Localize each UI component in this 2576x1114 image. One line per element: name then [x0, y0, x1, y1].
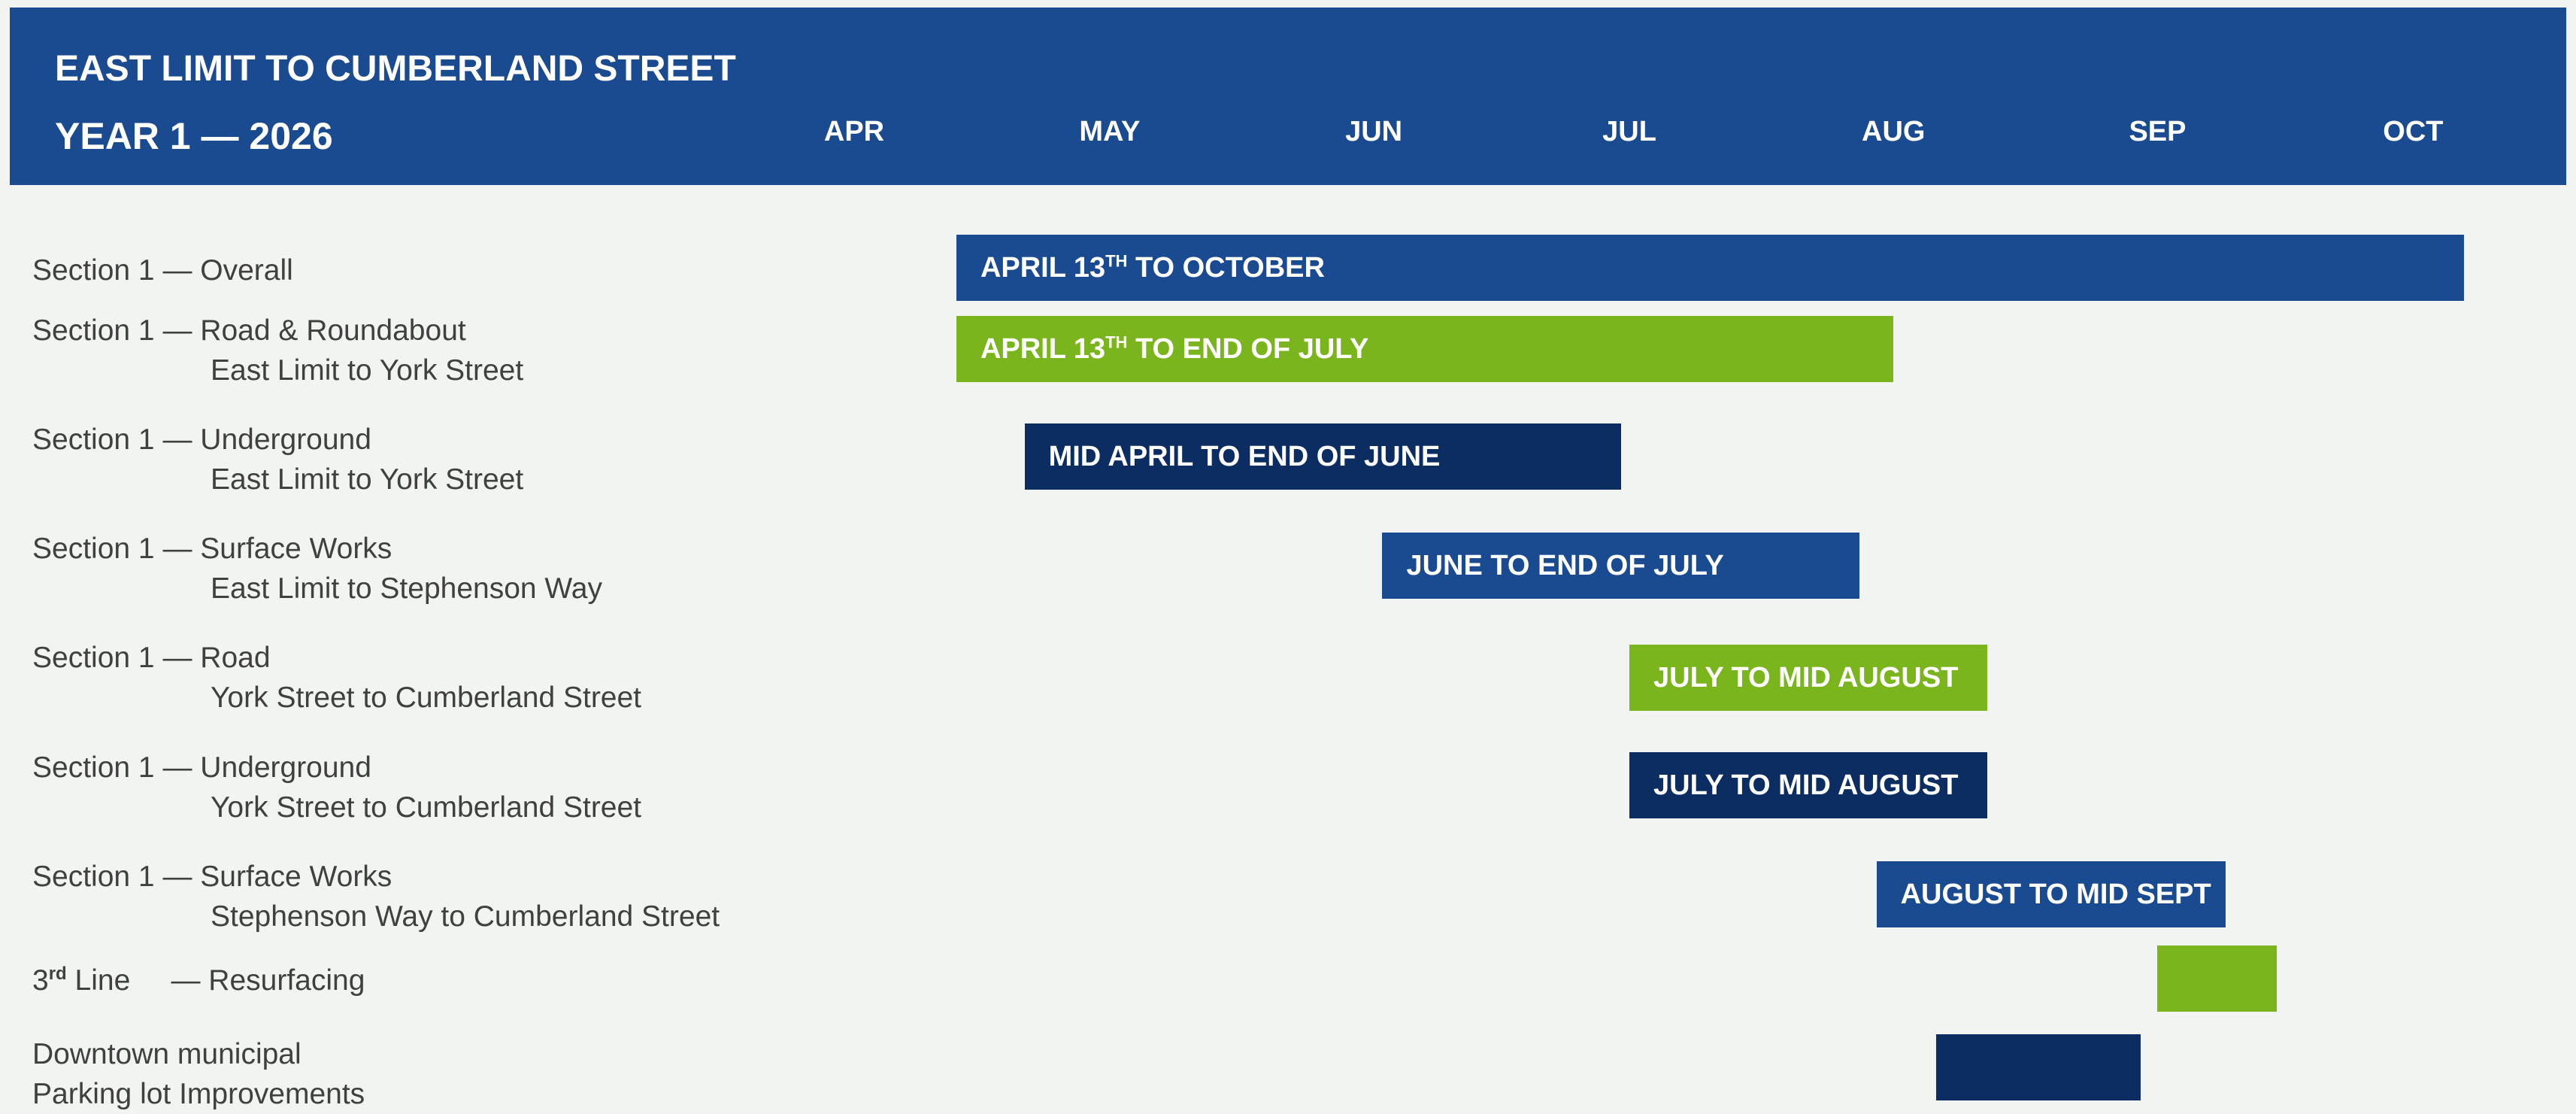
gantt-bar: MID APRIL TO END OF JUNE: [1024, 423, 1621, 490]
bar-label: APRIL 13TH TO OCTOBER: [980, 251, 1325, 284]
bar-label: MID APRIL TO END OF JUNE: [1048, 441, 1441, 472]
task-sublabel: East Limit to York Street: [211, 463, 524, 496]
bar-label: APRIL 13TH TO END OF JULY: [980, 332, 1369, 365]
task-label-main: Section 1 — Overall: [32, 254, 293, 287]
task-label: Section 1 — Road York Street to Cumberlan…: [32, 638, 641, 718]
month-label-aug: AUG: [1862, 116, 1926, 147]
task-label-main: Downtown municipal: [32, 1038, 302, 1070]
task-label-main: 3rd Line — Resurfacing: [32, 964, 365, 997]
task-label-main: Section 1 — Underground: [32, 751, 371, 784]
month-label-jun: JUN: [1345, 116, 1403, 147]
gantt-bar: [2157, 946, 2277, 1012]
bar-label-superscript: TH: [1105, 251, 1128, 271]
bar-label: JULY TO MID AUGUST: [1653, 662, 1959, 694]
task-label-line2: Parking lot Improvements: [32, 1078, 365, 1110]
task-label: Section 1 — Underground East Limit to Yor…: [32, 420, 523, 499]
bar-label: JULY TO MID AUGUST: [1653, 769, 1959, 801]
month-label-oct: OCT: [2383, 116, 2444, 147]
task-sublabel: East Limit to York Street: [211, 354, 524, 387]
task-label-main: Section 1 — Road: [32, 642, 271, 674]
month-label-jul: JUL: [1602, 116, 1656, 147]
gantt-bar: JULY TO MID AUGUST: [1629, 645, 1987, 711]
gantt-bar: [1935, 1034, 2141, 1100]
task-label-main: Section 1 — Surface Works: [32, 533, 392, 565]
month-label-may: MAY: [1079, 116, 1141, 147]
gantt-bar: JUNE TO END OF JULY: [1382, 533, 1859, 599]
month-label-apr: APR: [823, 116, 885, 147]
chart-year: YEAR 1 — 2026: [55, 115, 333, 157]
task-label: Section 1 — Overall: [32, 250, 293, 290]
task-sublabel: Stephenson Way to Cumberland Street: [211, 900, 720, 933]
gantt-bar: AUGUST TO MID SEPT: [1876, 861, 2226, 927]
gantt-bar: APRIL 13TH TO OCTOBER: [956, 235, 2465, 301]
bar-label: AUGUST TO MID SEPT: [1900, 879, 2211, 910]
task-label-main: Section 1 — Surface Works: [32, 861, 392, 893]
task-label: Downtown municipal Parking lot Improvemen…: [32, 1034, 365, 1114]
task-sublabel: East Limit to Stephenson Way: [211, 572, 602, 605]
task-label: 3rd Line — Resurfacing: [32, 961, 365, 1000]
chart-header: EAST LIMIT TO CUMBERLAND STREET YEAR 1 —…: [10, 8, 2566, 185]
task-label-main: Section 1 — Underground: [32, 423, 371, 456]
task-label: Section 1 — Road & Roundabout East Limit …: [32, 311, 523, 390]
task-label: Section 1 — Surface Works Stephenson Way …: [32, 857, 720, 936]
gantt-bar: JULY TO MID AUGUST: [1629, 752, 1987, 818]
gantt-bar: APRIL 13TH TO END OF JULY: [956, 316, 1894, 382]
task-label-superscript: rd: [48, 964, 67, 984]
month-label-sep: SEP: [2129, 116, 2187, 147]
task-label: Section 1 — Underground York Street to Cu…: [32, 748, 641, 827]
task-label-main: Section 1 — Road & Roundabout: [32, 314, 466, 347]
task-label: Section 1 — Surface Works East Limit to S…: [32, 529, 602, 609]
bar-label: JUNE TO END OF JULY: [1406, 550, 1724, 581]
task-sublabel: York Street to Cumberland Street: [211, 681, 642, 714]
bar-label-superscript: TH: [1105, 332, 1128, 352]
task-sublabel: York Street to Cumberland Street: [211, 791, 642, 824]
chart-title: EAST LIMIT TO CUMBERLAND STREET: [55, 49, 736, 89]
